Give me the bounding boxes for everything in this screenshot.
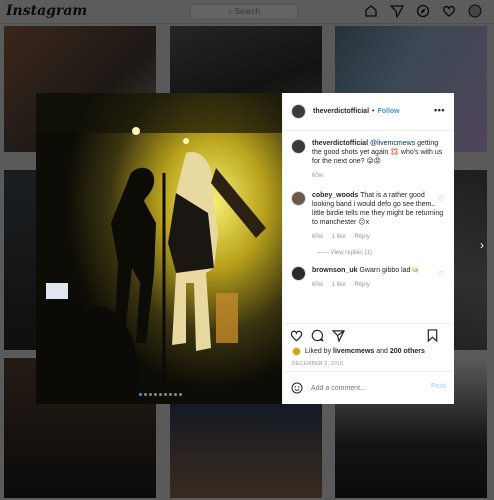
comment-avatar[interactable] (291, 266, 306, 281)
carousel-dot (144, 393, 147, 396)
comment-reply-button[interactable]: Reply (354, 234, 369, 240)
liked-by: Liked by livemcmews and 200 others (292, 347, 425, 356)
caption-mention[interactable]: @livemcmews (370, 140, 415, 147)
liked-by-user[interactable]: livemcmews (333, 348, 374, 355)
carousel-dot (169, 393, 172, 396)
comment-username[interactable]: brownson_uk (312, 267, 358, 274)
comments-list[interactable]: theverdictofficial @livemcmews getting t… (283, 131, 454, 311)
heart-icon[interactable] (442, 4, 456, 18)
view-replies-label: View replies (1) (330, 250, 372, 256)
carousel-dot (139, 393, 142, 396)
view-replies-button[interactable]: —— View replies (1) (317, 250, 446, 256)
search-icon: ⌕ (227, 7, 235, 16)
post-modal: theverdictofficial • Follow ••• theverdi… (36, 93, 454, 404)
instagram-logo[interactable]: Instagram (6, 3, 87, 19)
liked-by-prefix: Liked by (305, 348, 332, 355)
comment-text: Gwarn gibbo lad🤜🏻 (359, 267, 420, 274)
carousel-dot (179, 393, 182, 396)
more-options-button[interactable]: ••• (434, 105, 445, 115)
post-date: DECEMBER 2, 2018 (292, 361, 344, 367)
post-actions (283, 323, 454, 347)
carousel-dot (159, 393, 162, 396)
bookmark-icon[interactable] (427, 329, 438, 342)
comment-username[interactable]: cobey_woods (312, 192, 358, 199)
post-photo[interactable] (36, 93, 282, 404)
search-input[interactable]: ⌕ Search (190, 4, 298, 20)
comment-avatar[interactable] (291, 191, 306, 206)
liked-by-avatar[interactable] (292, 347, 301, 356)
like-heart-icon[interactable] (290, 329, 303, 342)
comment-age: 60w (312, 234, 324, 240)
carousel-dot (174, 393, 177, 396)
profile-icon[interactable] (468, 4, 482, 18)
comment-item: cobey_woods That is a rather good lookin… (291, 191, 446, 242)
comment-age: 60w (312, 282, 324, 288)
comment-item: brownson_uk Gwarn gibbo lad🤜🏻 60w 1 like… (291, 266, 446, 290)
post-sidebar: theverdictofficial • Follow ••• theverdi… (282, 93, 454, 404)
grid-photo[interactable] (170, 404, 322, 498)
comment-bubble-icon[interactable] (311, 329, 324, 342)
header-separator: • (372, 108, 375, 115)
compass-icon[interactable] (416, 4, 430, 18)
comment-reply-button[interactable]: Reply (354, 282, 369, 288)
carousel-indicator (139, 393, 182, 396)
add-comment-input[interactable] (311, 384, 421, 392)
comment-like-heart-icon[interactable]: ♡ (438, 195, 444, 203)
search-placeholder: Search (234, 7, 261, 16)
caption-avatar[interactable] (291, 139, 306, 154)
post-comment-button[interactable]: Post (431, 383, 446, 390)
follow-button[interactable]: Follow (377, 108, 399, 115)
paper-plane-icon[interactable] (389, 4, 405, 19)
home-icon[interactable] (364, 4, 378, 18)
carousel-dot (149, 393, 152, 396)
caption-username[interactable]: theverdictofficial (312, 140, 368, 147)
comment-likes[interactable]: 1 like (332, 234, 346, 240)
author-username[interactable]: theverdictofficial (313, 108, 369, 115)
caption: theverdictofficial @livemcmews getting t… (291, 139, 446, 181)
caption-age: 60w (312, 173, 324, 179)
nav-icons (364, 4, 482, 19)
author-avatar[interactable] (291, 104, 306, 119)
next-post-arrow-icon[interactable]: › (480, 238, 484, 252)
liked-by-count[interactable]: 200 others (390, 348, 425, 355)
comment-likes[interactable]: 1 like (332, 282, 346, 288)
share-paper-plane-icon[interactable] (332, 329, 345, 342)
comment-like-heart-icon[interactable]: ♡ (438, 270, 444, 278)
carousel-dot (164, 393, 167, 396)
emoji-smiley-icon[interactable] (291, 382, 303, 394)
carousel-dot (154, 393, 157, 396)
add-comment-bar: Post (283, 371, 454, 404)
top-navigation-bar: Instagram ⌕ Search (0, 0, 494, 24)
liked-by-middle: and (376, 348, 388, 355)
post-header: theverdictofficial • Follow ••• (283, 93, 454, 131)
